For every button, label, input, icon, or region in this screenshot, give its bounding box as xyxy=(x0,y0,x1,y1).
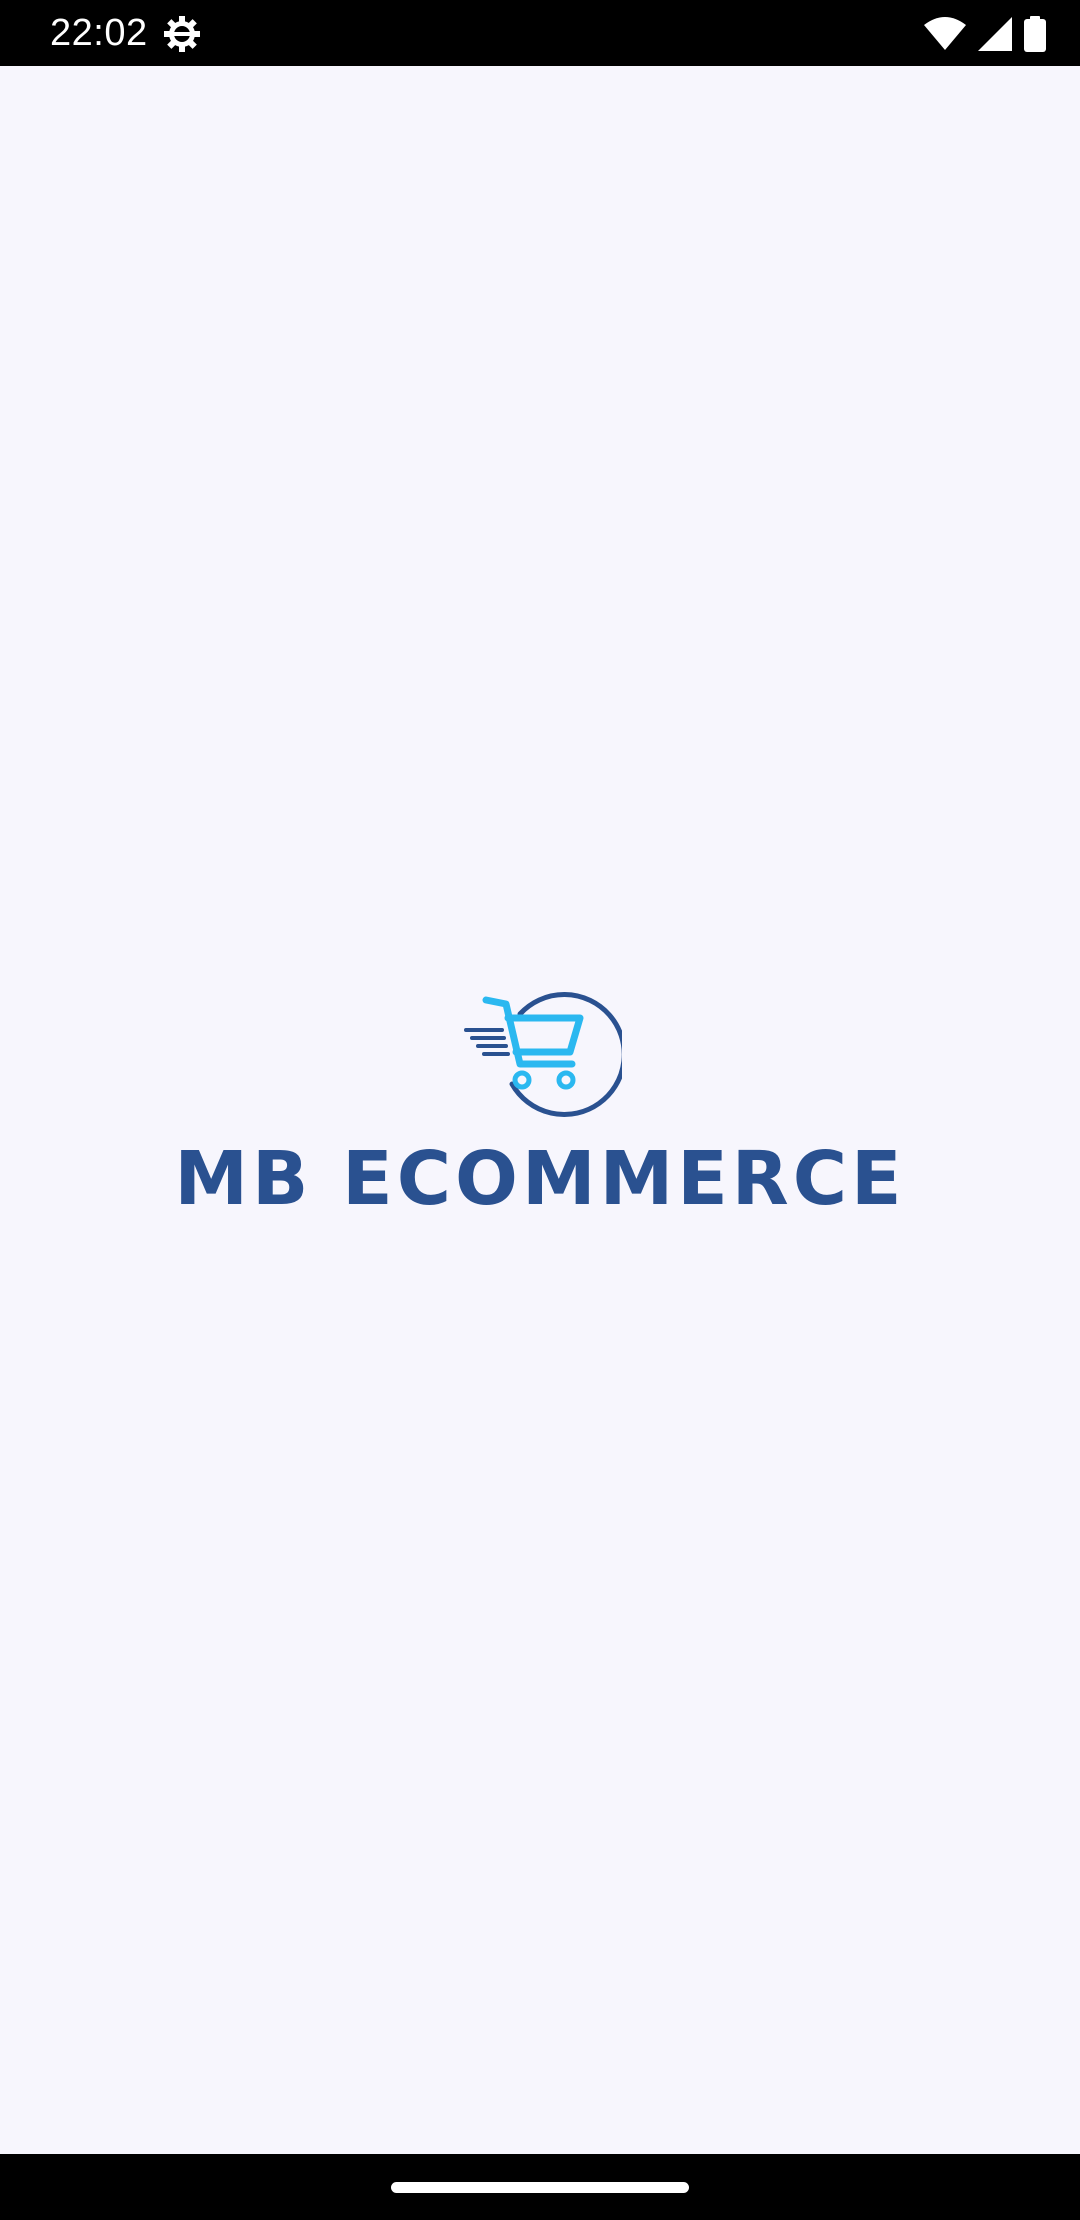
status-time: 22:02 xyxy=(50,12,148,54)
cell-signal-icon xyxy=(978,17,1012,51)
brand-name: MB ECOMMERCE xyxy=(174,1136,906,1222)
splash-screen: MB ECOMMERCE xyxy=(0,66,1080,2154)
brand-logo: MB ECOMMERCE xyxy=(0,984,1080,1304)
home-gesture-handle[interactable] xyxy=(391,2182,689,2193)
wifi-icon xyxy=(924,17,966,51)
navigation-bar xyxy=(0,2154,1080,2220)
status-bar: 22:02 xyxy=(0,0,1080,66)
shopping-cart-icon xyxy=(462,984,627,1124)
battery-icon xyxy=(1024,16,1046,52)
status-icons xyxy=(924,14,1046,54)
settings-gear-icon xyxy=(162,14,202,54)
